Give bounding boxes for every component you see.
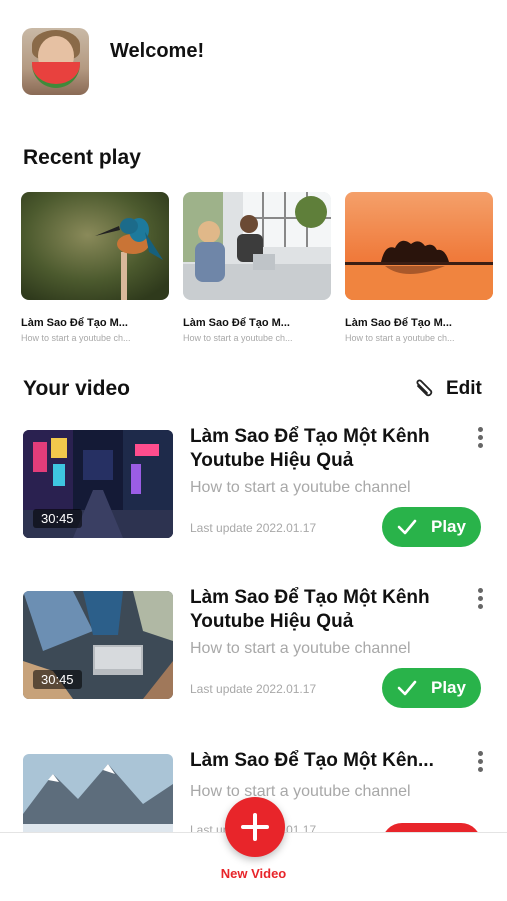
video-title: Làm Sao Để Tạo Một Kên... [190, 750, 434, 771]
video-duration: 30:45 [33, 509, 82, 528]
video-list-item[interactable]: 30:45 Làm Sao Để Tạo Một Kênh Youtube Hi… [23, 425, 488, 547]
video-last-update: Last update 2022.01.17 [190, 521, 317, 535]
recent-card[interactable]: Làm Sao Để Tạo M... How to start a youtu… [345, 192, 493, 343]
recent-card[interactable]: Làm Sao Để Tạo M... How to start a youtu… [183, 192, 331, 343]
recent-card-title: Làm Sao Để Tạo M... [183, 317, 290, 329]
play-label: Play [431, 678, 466, 697]
recent-card-subtitle: How to start a youtube ch... [183, 333, 293, 343]
video-subtitle: How to start a youtube channel [190, 783, 411, 800]
recent-thumbnail-office[interactable] [183, 192, 331, 300]
avatar[interactable] [22, 28, 89, 95]
play-label: Play [431, 517, 466, 536]
avatar-watermelon [32, 62, 80, 88]
video-last-update: Last update 2022.01.17 [190, 682, 317, 696]
video-thumbnail-neon-street[interactable]: 30:45 [23, 430, 173, 538]
video-title: Làm Sao Để Tạo Một Kênh Youtube Hiệu Quả [190, 426, 430, 471]
more-options-icon[interactable] [474, 427, 486, 449]
new-video-button[interactable] [225, 797, 285, 857]
recent-card[interactable]: Làm Sao Để Tạo M... How to start a youtu… [21, 192, 169, 343]
edit-button[interactable]: Edit [414, 376, 482, 402]
video-list-item[interactable]: 30:45 Làm Sao Để Tạo Một Kênh Youtube Hi… [23, 586, 488, 708]
video-subtitle: How to start a youtube channel [190, 640, 411, 657]
more-options-icon[interactable] [474, 588, 486, 610]
play-button[interactable]: Play [382, 668, 481, 708]
recent-thumbnail-sunset[interactable] [345, 192, 493, 300]
play-button[interactable]: Play [382, 507, 481, 547]
welcome-text: Welcome! [110, 40, 205, 62]
recent-play-title: Recent play [23, 146, 141, 169]
edit-label: Edit [446, 378, 482, 399]
video-thumbnail-team-laptop[interactable]: 30:45 [23, 591, 173, 699]
video-duration: 30:45 [33, 670, 82, 689]
recent-card-subtitle: How to start a youtube ch... [21, 333, 131, 343]
new-video-label[interactable]: New Video [0, 866, 507, 881]
recent-thumbnail-kingfisher[interactable] [21, 192, 169, 300]
more-options-icon[interactable] [474, 751, 486, 773]
your-video-title: Your video [23, 377, 130, 400]
paperclip-icon [416, 379, 433, 397]
video-subtitle: How to start a youtube channel [190, 479, 411, 496]
video-title: Làm Sao Để Tạo Một Kênh Youtube Hiệu Quả [190, 587, 430, 632]
check-icon [397, 680, 417, 696]
recent-card-subtitle: How to start a youtube ch... [345, 333, 455, 343]
recent-card-title: Làm Sao Để Tạo M... [21, 317, 128, 329]
recent-card-title: Làm Sao Để Tạo M... [345, 317, 452, 329]
check-icon [397, 519, 417, 535]
